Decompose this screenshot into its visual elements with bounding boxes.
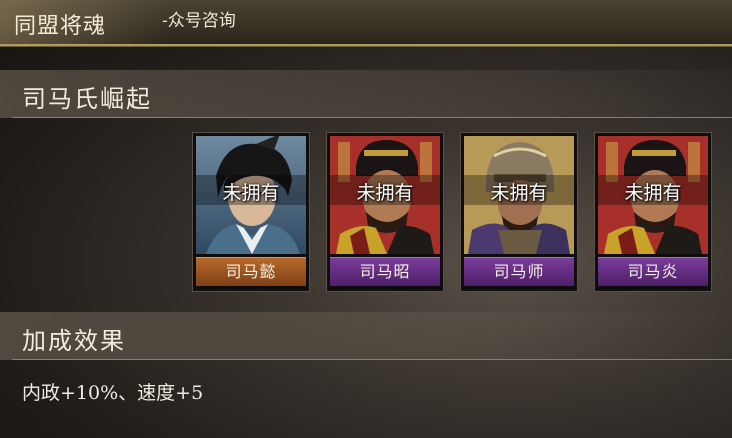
general-name: 司马炎	[598, 257, 708, 286]
set-title: 司马氏崛起	[22, 85, 152, 113]
divider	[12, 359, 732, 360]
general-card-sima-yi[interactable]: 未拥有 司马懿	[192, 132, 310, 292]
general-name: 司马师	[464, 257, 574, 286]
page-title: 同盟将魂	[14, 14, 107, 39]
bonus-effect-text: 内政+10%、速度+5	[22, 382, 204, 404]
general-name: 司马懿	[196, 257, 306, 286]
bonus-section-header: 加成效果	[0, 312, 732, 360]
ownership-status: 未拥有	[222, 182, 280, 204]
general-name: 司马昭	[330, 257, 440, 286]
general-card-sima-yan[interactable]: 未拥有 司马炎	[594, 132, 712, 292]
title-bar: 同盟将魂 -众号咨询	[0, 0, 732, 46]
ownership-status: 未拥有	[490, 182, 548, 204]
set-section-header: 司马氏崛起	[0, 70, 732, 118]
ownership-status: 未拥有	[624, 182, 682, 204]
divider	[12, 117, 732, 118]
page-subtitle: -众号咨询	[162, 11, 236, 31]
general-card-sima-shi[interactable]: 未拥有 司马师	[460, 132, 578, 292]
general-card-sima-zhao[interactable]: 未拥有 司马昭	[326, 132, 444, 292]
ownership-status: 未拥有	[356, 182, 414, 204]
bonus-title: 加成效果	[22, 327, 126, 355]
